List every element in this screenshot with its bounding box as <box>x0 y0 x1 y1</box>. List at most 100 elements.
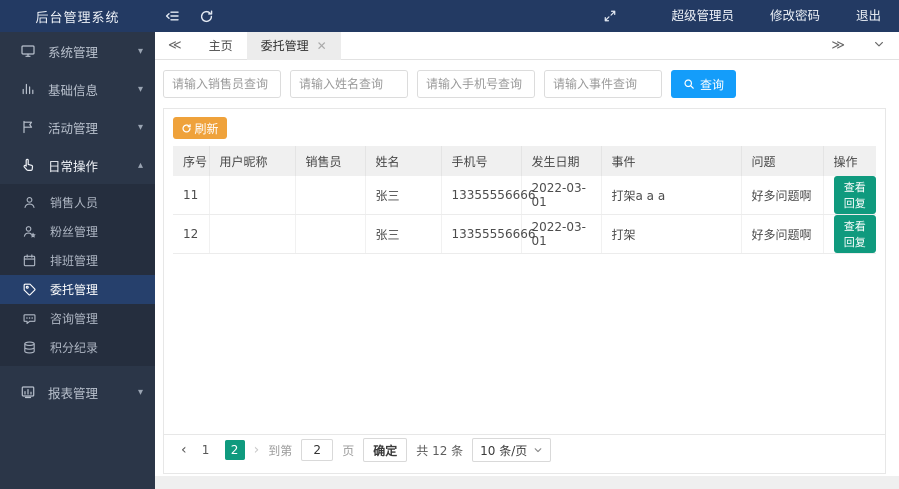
tabbar-right: ≫ <box>817 38 899 54</box>
current-user[interactable]: 超级管理员 <box>653 0 752 32</box>
view-reply-button[interactable]: 查看回复 <box>833 215 876 253</box>
goto-page-input[interactable] <box>301 439 334 461</box>
hand-pointer-icon <box>20 157 36 173</box>
cell-nickname <box>209 176 296 215</box>
refresh-icon <box>181 123 192 134</box>
page-size-label: 10 条/页 <box>480 443 528 458</box>
column-header-nickname: 用户昵称 <box>209 146 296 176</box>
tab-delegation-management[interactable]: 委托管理 ✕ <box>246 31 341 60</box>
menu-fold-icon[interactable] <box>155 0 189 32</box>
sidebar-item-delegation-management[interactable]: 委托管理 <box>0 275 155 304</box>
cell-name: 张三 <box>365 176 442 215</box>
cell-date: 2022-03-01 <box>521 176 602 215</box>
person-icon <box>22 195 38 211</box>
next-page-icon[interactable]: › <box>254 442 260 458</box>
table-empty-space <box>173 254 876 434</box>
query-button[interactable]: 查询 <box>671 70 736 98</box>
refresh-page-icon[interactable] <box>189 0 223 32</box>
sidebar-item-basic-info[interactable]: 基础信息 ▾ <box>0 70 155 108</box>
sidebar-item-fans-management[interactable]: 粉丝管理 <box>0 217 155 246</box>
sidebar-item-sales-staff[interactable]: 销售人员 <box>0 188 155 217</box>
tab-bar: ≪ 主页 委托管理 ✕ ≫ <box>155 31 899 60</box>
sidebar-item-consultation-management[interactable]: 咨询管理 <box>0 304 155 333</box>
page-content: 查询 刷新 序号 <box>155 60 899 488</box>
column-header-date: 发生日期 <box>521 146 602 176</box>
flag-icon <box>20 119 36 135</box>
tabs-menu-chevron-icon[interactable] <box>859 38 899 54</box>
refresh-button[interactable]: 刷新 <box>173 117 227 139</box>
cell-problem: 好多问题啊 <box>741 176 824 215</box>
close-icon[interactable]: ✕ <box>317 32 327 60</box>
sidebar-item-activity-management[interactable]: 活动管理 ▾ <box>0 108 155 146</box>
table-panel: 刷新 序号 用户昵称 销售员 姓名 手机号 发生日期 事件 问题 操作 11 张… <box>163 108 886 474</box>
cell-operation: 查看回复 <box>823 176 876 215</box>
page-button-1[interactable]: 1 <box>196 440 216 460</box>
confirm-page-button[interactable]: 确定 <box>363 438 408 462</box>
search-icon <box>683 78 695 90</box>
table-row: 11 张三 13355556666 2022-03-01 打架a a a 好多问… <box>173 176 876 215</box>
cell-salesperson <box>295 214 366 254</box>
column-header-event: 事件 <box>601 146 742 176</box>
table-header-row: 序号 用户昵称 销售员 姓名 手机号 发生日期 事件 问题 操作 <box>173 146 876 176</box>
total-count-label: 共 12 条 <box>416 443 464 458</box>
cell-phone: 13355556666 <box>441 214 535 254</box>
phone-search-input[interactable] <box>417 70 535 98</box>
database-icon <box>22 340 38 356</box>
menu-label: 日常操作 <box>48 158 99 174</box>
tabs-scroll-right-icon[interactable]: ≫ <box>817 38 859 53</box>
menu-label: 系统管理 <box>48 44 99 60</box>
cell-problem: 好多问题啊 <box>741 214 824 254</box>
column-header-name: 姓名 <box>365 146 442 176</box>
cell-phone: 13355556666 <box>441 176 535 215</box>
page-size-select[interactable]: 10 条/页 <box>472 438 552 462</box>
sidebar-item-daily-operations[interactable]: 日常操作 ▴ <box>0 146 155 184</box>
chevron-up-icon: ▴ <box>137 159 143 171</box>
goto-suffix-label: 页 <box>342 443 355 458</box>
event-search-input[interactable] <box>544 70 662 98</box>
logout-link[interactable]: 退出 <box>838 0 899 32</box>
main-area: ≪ 主页 委托管理 ✕ ≫ 查询 <box>155 31 899 489</box>
fullscreen-icon[interactable] <box>593 0 627 32</box>
daily-operations-submenu: 销售人员 粉丝管理 排班管理 委托管理 咨询管理 积分纪录 <box>0 184 155 366</box>
sidebar-item-system-management[interactable]: 系统管理 ▾ <box>0 32 155 70</box>
delegation-table: 序号 用户昵称 销售员 姓名 手机号 发生日期 事件 问题 操作 11 张三 1… <box>173 146 876 254</box>
chevron-down-icon <box>533 445 543 455</box>
change-password-link[interactable]: 修改密码 <box>752 0 838 32</box>
goto-prefix-label: 到第 <box>268 443 293 458</box>
query-button-label: 查询 <box>699 77 724 92</box>
prev-page-icon[interactable]: ‹ <box>181 442 187 458</box>
cell-event: 打架 <box>601 214 742 254</box>
column-header-no: 序号 <box>173 146 210 176</box>
tab-label: 委托管理 <box>260 38 309 53</box>
menu-label: 基础信息 <box>48 82 99 98</box>
app-title: 后台管理系统 <box>35 10 120 26</box>
view-reply-button[interactable]: 查看回复 <box>833 176 876 214</box>
column-header-salesperson: 销售员 <box>295 146 366 176</box>
bar-chart-icon <box>20 384 36 400</box>
cell-no: 11 <box>173 176 210 215</box>
sidebar-item-points-record[interactable]: 积分纪录 <box>0 333 155 362</box>
chevron-down-icon: ▾ <box>137 121 143 133</box>
tab-home[interactable]: 主页 <box>195 32 247 60</box>
sidebar-item-report-management[interactable]: 报表管理 ▾ <box>0 373 155 411</box>
name-search-input[interactable] <box>290 70 408 98</box>
page-button-2[interactable]: 2 <box>224 440 245 460</box>
sidebar: 系统管理 ▾ 基础信息 ▾ 活动管理 ▾ 日常操作 ▴ 销售人员 粉丝管理 排班… <box>0 32 155 489</box>
pagination-bar: ‹ 1 2 › 到第 页 确定 共 12 条 10 条/页 <box>164 434 885 465</box>
salesperson-search-input[interactable] <box>163 70 281 98</box>
sidebar-item-shift-management[interactable]: 排班管理 <box>0 246 155 275</box>
top-header: 后台管理系统 超级管理员 修改密码 退出 <box>0 0 899 32</box>
refresh-button-label: 刷新 <box>194 121 219 136</box>
cell-name: 张三 <box>365 214 442 254</box>
bars-icon <box>20 81 36 97</box>
menu-label: 积分纪录 <box>50 341 99 355</box>
cell-nickname <box>209 214 296 254</box>
page-bottom-strip <box>155 476 899 489</box>
calendar-icon <box>22 253 38 269</box>
menu-label: 排班管理 <box>50 254 99 268</box>
column-header-operation: 操作 <box>823 146 876 176</box>
cell-date: 2022-03-01 <box>521 214 602 254</box>
tabs-scroll-left-icon[interactable]: ≪ <box>155 38 195 53</box>
column-header-problem: 问题 <box>741 146 824 176</box>
menu-label: 销售人员 <box>50 196 99 210</box>
